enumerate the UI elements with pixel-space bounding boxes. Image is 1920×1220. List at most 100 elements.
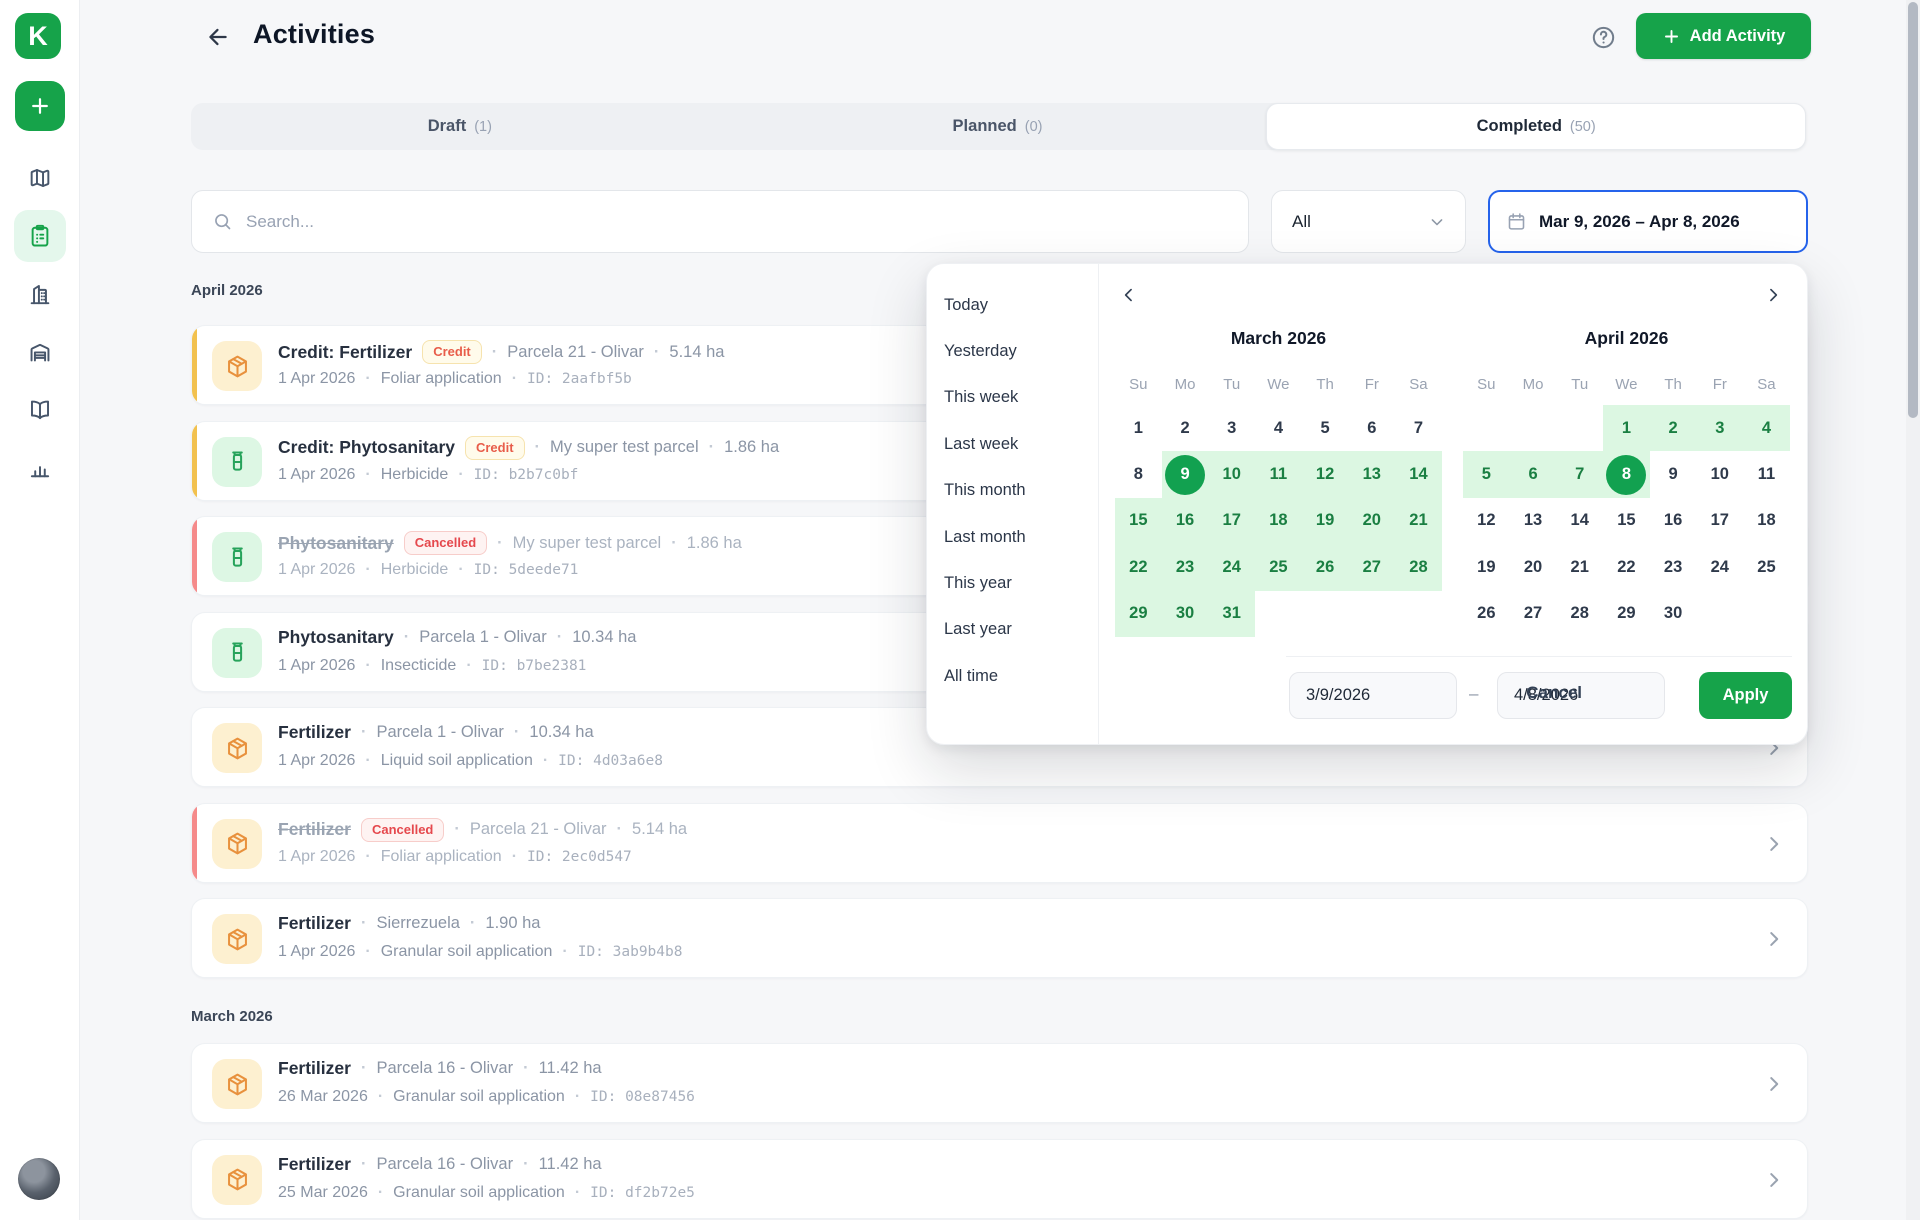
tab-completed[interactable]: Completed(50) (1266, 103, 1806, 150)
cancel-button[interactable]: Cancel (1526, 683, 1582, 703)
calendar-day[interactable]: 28 (1556, 591, 1603, 637)
preset-last-week[interactable]: Last week (927, 421, 1098, 467)
calendar-day[interactable]: 4 (1255, 405, 1302, 451)
preset-last-year[interactable]: Last year (927, 607, 1098, 653)
calendar-day[interactable]: 30 (1162, 591, 1209, 637)
calendar-day[interactable]: 25 (1743, 544, 1790, 590)
calendar-day[interactable]: 30 (1650, 591, 1697, 637)
sidebar-item-warehouse[interactable] (14, 326, 66, 378)
calendar-day[interactable]: 11 (1743, 451, 1790, 497)
sidebar-item-reports[interactable] (14, 442, 66, 494)
package-icon (224, 926, 251, 953)
calendar-day[interactable]: 12 (1302, 451, 1349, 497)
back-button[interactable] (203, 22, 233, 52)
calendar-day[interactable]: 20 (1510, 544, 1557, 590)
calendar-day[interactable]: 18 (1255, 498, 1302, 544)
calendar-day[interactable]: 31 (1208, 591, 1255, 637)
calendar-day[interactable]: 17 (1696, 498, 1743, 544)
date-range-field[interactable]: Mar 9, 2026 – Apr 8, 2026 (1488, 190, 1808, 253)
sidebar-item-map[interactable] (14, 152, 66, 204)
calendar-day[interactable]: 2 (1162, 405, 1209, 451)
calendar-day[interactable]: 5 (1302, 405, 1349, 451)
calendar-day[interactable]: 25 (1255, 544, 1302, 590)
calendar-day[interactable]: 13 (1348, 451, 1395, 497)
calendar-day[interactable]: 1 (1115, 405, 1162, 451)
activity-date: 25 Mar 2026 (278, 1184, 368, 1202)
calendar-day[interactable]: 10 (1696, 451, 1743, 497)
preset-last-month[interactable]: Last month (927, 514, 1098, 560)
calendar-day[interactable]: 9 (1162, 451, 1209, 497)
calendar-day[interactable]: 15 (1115, 498, 1162, 544)
app-logo[interactable]: K (15, 13, 61, 59)
tab-planned[interactable]: Planned(0) (729, 103, 1267, 150)
calendar-day[interactable]: 19 (1463, 544, 1510, 590)
activity-card[interactable]: FertilizerCancelled·Parcela 21 - Olivar·… (191, 803, 1808, 883)
help-button[interactable] (1588, 22, 1618, 52)
calendar-day[interactable]: 22 (1115, 544, 1162, 590)
calendar-day[interactable]: 21 (1556, 544, 1603, 590)
calendar-day[interactable]: 11 (1255, 451, 1302, 497)
calendar-day[interactable]: 29 (1115, 591, 1162, 637)
preset-this-year[interactable]: This year (927, 560, 1098, 606)
calendar-day[interactable]: 16 (1650, 498, 1697, 544)
calendar-day[interactable]: 4 (1743, 405, 1790, 451)
sidebar-item-organization[interactable] (14, 268, 66, 320)
calendar-day[interactable]: 13 (1510, 498, 1557, 544)
create-new-button[interactable] (15, 81, 65, 131)
calendar-day[interactable]: 27 (1510, 591, 1557, 637)
calendar-day[interactable]: 26 (1463, 591, 1510, 637)
calendar-day[interactable]: 5 (1463, 451, 1510, 497)
scrollbar-thumb[interactable] (1908, 2, 1918, 418)
activity-card[interactable]: Fertilizer·Parcela 16 - Olivar·11.42 ha2… (191, 1139, 1808, 1219)
sidebar-item-library[interactable] (14, 384, 66, 436)
calendar-day[interactable]: 28 (1395, 544, 1442, 590)
calendar-day[interactable]: 8 (1115, 451, 1162, 497)
calendar-day[interactable]: 15 (1603, 498, 1650, 544)
calendar-day[interactable]: 14 (1395, 451, 1442, 497)
calendar-day[interactable]: 10 (1208, 451, 1255, 497)
calendar-day[interactable]: 23 (1162, 544, 1209, 590)
calendar-day[interactable]: 26 (1302, 544, 1349, 590)
calendar-day[interactable]: 2 (1650, 405, 1697, 451)
calendar-prev-button[interactable] (1114, 280, 1144, 310)
calendar-day[interactable]: 1 (1603, 405, 1650, 451)
sidebar-item-activities[interactable] (14, 210, 66, 262)
calendar-next-button[interactable] (1758, 280, 1788, 310)
calendar-day[interactable]: 20 (1348, 498, 1395, 544)
calendar-day[interactable]: 29 (1603, 591, 1650, 637)
calendar-day[interactable]: 21 (1395, 498, 1442, 544)
preset-yesterday[interactable]: Yesterday (927, 328, 1098, 374)
calendar-day[interactable]: 6 (1348, 405, 1395, 451)
calendar-day[interactable]: 14 (1556, 498, 1603, 544)
preset-all-time[interactable]: All time (927, 653, 1098, 699)
calendar-day[interactable]: 24 (1208, 544, 1255, 590)
calendar-day[interactable]: 16 (1162, 498, 1209, 544)
calendar-day[interactable]: 22 (1603, 544, 1650, 590)
calendar-day[interactable]: 7 (1395, 405, 1442, 451)
calendar-day[interactable]: 8 (1603, 451, 1650, 497)
preset-this-month[interactable]: This month (927, 468, 1098, 514)
calendar-day[interactable]: 18 (1743, 498, 1790, 544)
preset-today[interactable]: Today (927, 282, 1098, 328)
calendar-day[interactable]: 6 (1510, 451, 1557, 497)
user-avatar[interactable] (18, 1158, 60, 1200)
calendar-day[interactable]: 12 (1463, 498, 1510, 544)
calendar-day[interactable]: 24 (1696, 544, 1743, 590)
calendar-day[interactable]: 23 (1650, 544, 1697, 590)
calendar-day[interactable]: 9 (1650, 451, 1697, 497)
calendar-day[interactable]: 17 (1208, 498, 1255, 544)
add-activity-button[interactable]: Add Activity (1636, 13, 1811, 59)
calendar-day[interactable]: 3 (1208, 405, 1255, 451)
calendar-day[interactable]: 27 (1348, 544, 1395, 590)
calendar-day[interactable]: 3 (1696, 405, 1743, 451)
apply-button[interactable]: Apply (1699, 672, 1792, 719)
calendar-day[interactable]: 7 (1556, 451, 1603, 497)
activity-card[interactable]: Fertilizer·Parcela 16 - Olivar·11.42 ha2… (191, 1043, 1808, 1123)
tab-draft[interactable]: Draft(1) (191, 103, 729, 150)
start-date-input[interactable] (1289, 672, 1457, 719)
type-filter-select[interactable]: All (1271, 190, 1466, 253)
activity-card[interactable]: Fertilizer·Sierrezuela·1.90 ha1 Apr 2026… (191, 898, 1808, 978)
calendar-day[interactable]: 19 (1302, 498, 1349, 544)
preset-this-week[interactable]: This week (927, 375, 1098, 421)
search-input[interactable] (246, 212, 1228, 232)
